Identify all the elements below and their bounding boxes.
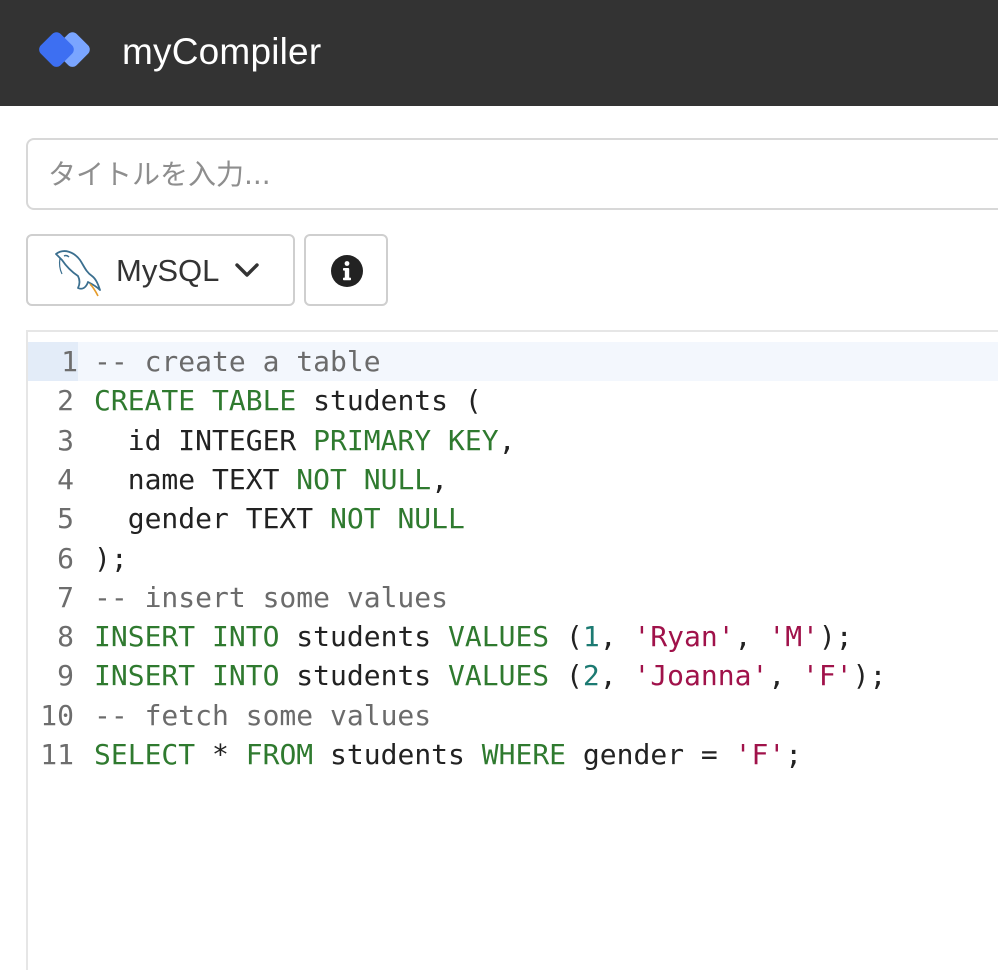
sql-string: 'Joanna'	[633, 659, 769, 693]
code-line[interactable]: 5 gender TEXT NOT NULL	[28, 499, 998, 538]
line-number-text: 1	[61, 345, 78, 378]
line-number: 2	[28, 381, 74, 420]
sql-text: );	[94, 541, 128, 575]
language-label: MySQL	[116, 253, 220, 288]
sql-text: students	[279, 620, 449, 654]
sql-number: 1	[582, 620, 600, 654]
code-line[interactable]: 4 name TEXT NOT NULL,	[28, 460, 998, 499]
sql-text: );	[852, 659, 887, 693]
sql-text: ,	[768, 659, 803, 693]
line-number: 10	[28, 696, 74, 735]
sql-keyword: INSERT INTO	[94, 659, 280, 693]
line-number: 5	[28, 499, 74, 538]
line-number-text: 6	[57, 541, 74, 575]
sql-keyword: CREATE TABLE	[94, 384, 297, 418]
code-editor[interactable]: 1 -- create a table 2 CREATE TABLE students…	[26, 330, 998, 970]
code-line[interactable]: 1 -- create a table	[28, 342, 998, 381]
line-number: 3	[28, 421, 74, 460]
line-number: 7	[28, 578, 74, 617]
chevron-down-icon	[235, 263, 259, 277]
sql-text: (	[549, 659, 583, 693]
line-number-text: 4	[57, 462, 74, 496]
sql-keyword: WHERE	[481, 738, 567, 771]
line-number-text: 11	[40, 738, 74, 771]
line-number: 11	[28, 735, 74, 774]
code-text: CREATE TABLE students (	[94, 381, 482, 420]
sql-text: ;	[785, 738, 803, 771]
line-number-text: 5	[57, 502, 74, 536]
code-text: INSERT INTO students VALUES (2, 'Joanna'…	[94, 656, 886, 695]
sql-keyword: FROM	[245, 738, 314, 771]
line-number: 1	[28, 342, 78, 381]
sql-text: *	[195, 738, 246, 771]
code-line[interactable]: 8 INSERT INTO students VALUES (1, 'Ryan',…	[28, 617, 998, 656]
code-text: -- fetch some values	[94, 696, 431, 735]
sql-text: );	[818, 620, 853, 654]
code-text: id INTEGER PRIMARY KEY,	[94, 421, 516, 460]
sql-text: ,	[498, 423, 516, 457]
line-number: 6	[28, 539, 74, 578]
sql-text: ,	[431, 462, 449, 496]
sql-keyword: VALUES	[448, 620, 550, 654]
code-line[interactable]: 11 SELECT * FROM students WHERE gender = …	[28, 735, 998, 774]
code-text: -- create a table	[94, 342, 381, 381]
sql-keyword: INSERT INTO	[94, 620, 280, 654]
code-text: name TEXT NOT NULL,	[94, 460, 448, 499]
sql-string: 'M'	[768, 620, 819, 654]
code-line[interactable]: 3 id INTEGER PRIMARY KEY,	[28, 421, 998, 460]
sql-text: students	[313, 738, 482, 771]
line-number: 8	[28, 617, 74, 656]
code-text: INSERT INTO students VALUES (1, 'Ryan', …	[94, 617, 853, 656]
sql-string: 'F'	[802, 659, 853, 693]
sql-keyword: NOT NULL	[330, 502, 465, 536]
code-text: );	[94, 539, 128, 578]
sql-text: (	[549, 620, 583, 654]
line-number-text: 10	[40, 698, 74, 732]
line-number: 4	[28, 460, 74, 499]
title-input[interactable]	[26, 138, 998, 210]
sql-text: ,	[734, 620, 769, 654]
code-text: SELECT * FROM students WHERE gender = 'F…	[94, 735, 802, 774]
sql-keyword: VALUES	[448, 659, 550, 693]
line-number-text: 9	[57, 659, 74, 693]
sql-number: 2	[582, 659, 600, 693]
sql-comment: -- create a table	[94, 345, 381, 378]
code-line[interactable]: 6);	[28, 539, 998, 578]
sql-keyword: SELECT	[94, 738, 196, 771]
sql-text: name TEXT	[94, 462, 297, 496]
sql-text: ,	[599, 620, 634, 654]
code-line[interactable]: 7 -- insert some values	[28, 578, 998, 617]
line-number-text: 3	[57, 423, 74, 457]
line-number-text: 2	[57, 384, 74, 418]
sql-string: 'Ryan'	[633, 620, 735, 654]
info-button[interactable]	[304, 234, 388, 306]
sql-text: id INTEGER	[94, 423, 314, 457]
code-text: gender TEXT NOT NULL	[94, 499, 465, 538]
sql-keyword: NOT NULL	[296, 462, 432, 496]
sql-string: 'F'	[734, 738, 786, 771]
code-line[interactable]: 2 CREATE TABLE students (	[28, 381, 998, 420]
brand-name[interactable]: myCompiler	[122, 28, 321, 76]
code-text: -- insert some values	[94, 578, 448, 617]
mysql-dolphin-icon	[55, 250, 101, 297]
sql-text: gender =	[566, 738, 735, 771]
line-number-text: 8	[57, 620, 74, 654]
sql-comment: -- fetch some values	[94, 698, 432, 732]
sql-comment: -- insert some values	[94, 580, 449, 614]
line-number: 9	[28, 656, 74, 695]
top-navbar: myCompiler	[0, 0, 998, 106]
sql-text: students	[279, 659, 449, 693]
sql-keyword: PRIMARY KEY	[313, 423, 499, 457]
info-circle-icon	[331, 255, 363, 287]
language-select-button[interactable]: MySQL	[26, 234, 295, 306]
line-number-text: 7	[57, 580, 74, 614]
diamond-logo-icon[interactable]	[38, 26, 102, 76]
sql-text: gender TEXT	[94, 502, 331, 536]
sql-text: students (	[296, 384, 482, 418]
code-line[interactable]: 10 -- fetch some values	[28, 696, 998, 735]
code-line[interactable]: 9 INSERT INTO students VALUES (2, 'Joanna…	[28, 656, 998, 695]
sql-text: ,	[599, 659, 634, 693]
